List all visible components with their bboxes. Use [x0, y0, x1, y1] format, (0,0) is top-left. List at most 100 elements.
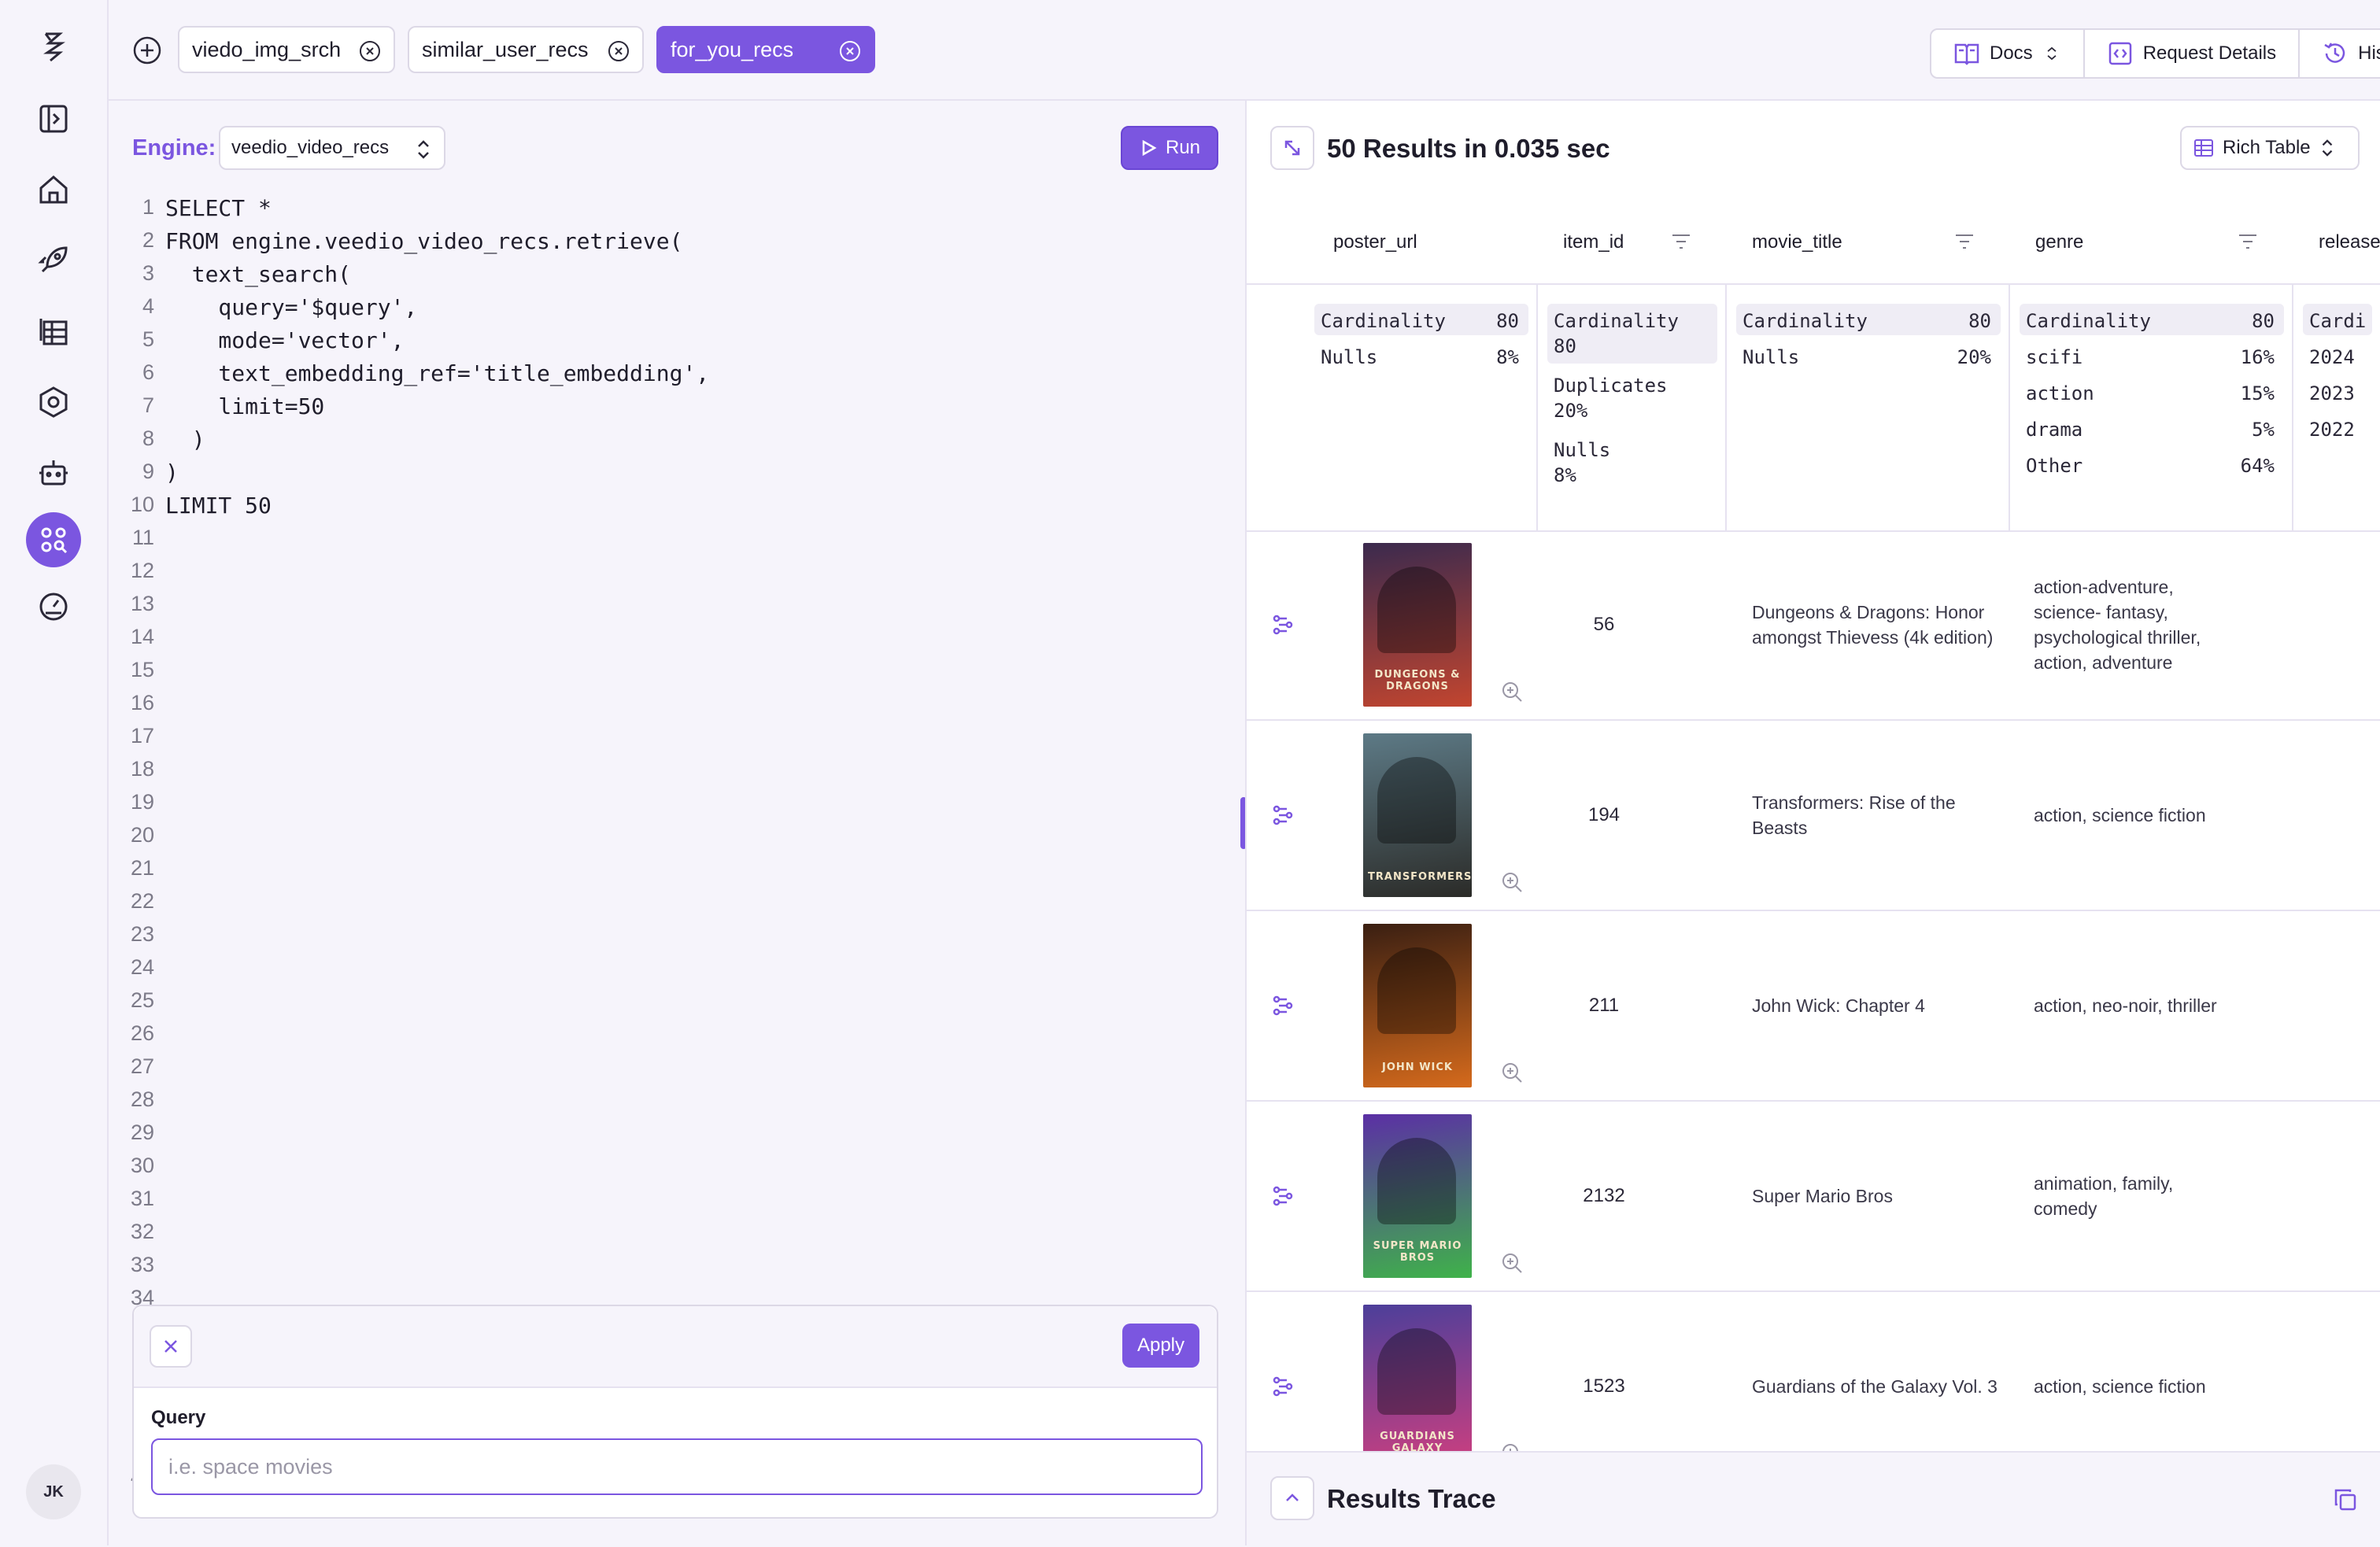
cell-item-id: 194: [1587, 804, 1621, 825]
column-header-movie-title[interactable]: movie_title: [1752, 201, 1842, 283]
stat-value: 5%: [2252, 419, 2275, 441]
code-text: LIMIT 50: [165, 493, 272, 519]
tables-icon[interactable]: [26, 304, 81, 359]
poster-art: [1377, 757, 1456, 844]
column-header-item-id[interactable]: item_id: [1563, 201, 1624, 283]
table-row[interactable]: SUPER MARIO BROS 2132 Super Mario Bros anim…: [1247, 1102, 2380, 1292]
stat-key: 2023: [2309, 382, 2355, 404]
column-header-release[interactable]: release: [2319, 201, 2380, 283]
settings-hex-icon[interactable]: [26, 375, 81, 430]
tab-label: similar_user_recs: [422, 37, 589, 61]
tab-viedo-img-srch[interactable]: viedo_img_srch: [178, 26, 395, 73]
dashboard-gauge-icon[interactable]: [26, 579, 81, 634]
table-header: poster_url item_id movie_title genre rel…: [1247, 201, 2380, 283]
cell-movie-title: Guardians of the Galaxy Vol. 3: [1752, 1376, 1998, 1397]
run-button[interactable]: Run: [1121, 126, 1218, 170]
query-explorer-icon[interactable]: [26, 512, 81, 567]
stat-value: 80: [2252, 310, 2275, 332]
add-tab-icon[interactable]: [132, 35, 162, 65]
close-tab-icon[interactable]: [359, 40, 381, 62]
stat-row: Cardinality 80: [1547, 304, 1717, 364]
cell-movie-title: Transformers: Rise of the Beasts: [1752, 792, 1956, 838]
engine-select[interactable]: veedio_video_recs: [219, 126, 445, 170]
table-row[interactable]: JOHN WICK 211 John Wick: Chapter 4 action, …: [1247, 911, 2380, 1102]
sidebar-toggle-icon[interactable]: [26, 91, 81, 146]
sidebar: JK: [0, 0, 109, 1545]
poster-title: TRANSFORMERS: [1368, 871, 1473, 883]
query-input[interactable]: [151, 1438, 1203, 1495]
stat-row: Cardinality 80: [2020, 304, 2284, 335]
line-number: 28: [130, 1087, 154, 1111]
column-label: release: [2319, 231, 2380, 253]
zoom-in-icon[interactable]: [1500, 680, 1524, 703]
cell-item-id: 211: [1588, 995, 1620, 1016]
cell-movie-title: Super Mario Bros: [1752, 1186, 1893, 1206]
row-trace-icon[interactable]: [1270, 1374, 1295, 1399]
code-text: text_embedding_ref='title_embedding',: [165, 360, 710, 386]
avatar[interactable]: JK: [26, 1464, 81, 1519]
stat-key: scifi: [2026, 346, 2083, 368]
tab-label: for_you_recs: [671, 37, 794, 61]
column-header-poster-url[interactable]: poster_url: [1333, 201, 1417, 283]
poster-title: JOHN WICK: [1382, 1061, 1453, 1073]
zoom-in-icon[interactable]: [1500, 1061, 1524, 1084]
close-popup-button[interactable]: [150, 1325, 192, 1368]
docs-button[interactable]: Docs: [1931, 30, 2085, 77]
toggle-trace-button[interactable]: [1270, 1476, 1314, 1520]
tab-similar-user-recs[interactable]: similar_user_recs: [408, 26, 644, 73]
row-trace-icon[interactable]: [1270, 612, 1295, 637]
close-tab-icon[interactable]: [608, 40, 630, 62]
home-icon[interactable]: [26, 162, 81, 217]
expand-results-button[interactable]: [1270, 126, 1314, 170]
history-button[interactable]: History: [2300, 30, 2380, 77]
rocket-icon[interactable]: [26, 233, 81, 288]
column-label: poster_url: [1333, 231, 1417, 253]
code-text: query='$query',: [165, 294, 418, 320]
copy-icon[interactable]: [2333, 1487, 2358, 1512]
table-row[interactable]: TRANSFORMERS 194 Transformers: Rise of the…: [1247, 721, 2380, 911]
stat-key: Nulls: [1321, 346, 1378, 368]
stat-row: Duplicates 20%: [1547, 368, 1717, 428]
column-header-genre[interactable]: genre: [2035, 201, 2083, 283]
line-number: 7: [142, 393, 154, 417]
column-label: genre: [2035, 231, 2084, 253]
line-number: 4: [142, 294, 154, 318]
poster-art: [1377, 947, 1456, 1034]
filter-icon[interactable]: [1953, 231, 1975, 252]
filter-icon[interactable]: [1670, 231, 1692, 252]
poster-art: [1377, 1328, 1456, 1415]
line-number: 20: [130, 823, 154, 847]
line-number: 23: [130, 922, 154, 946]
zoom-in-icon[interactable]: [1500, 870, 1524, 894]
code-text: text_search(: [165, 261, 352, 287]
poster-art: [1377, 1138, 1456, 1224]
view-mode-select[interactable]: Rich Table: [2180, 126, 2360, 170]
stat-key: action: [2026, 382, 2094, 404]
apply-button[interactable]: Apply: [1122, 1324, 1199, 1368]
request-details-button[interactable]: Request Details: [2085, 30, 2301, 77]
zoom-in-icon[interactable]: [1500, 1251, 1524, 1275]
row-trace-icon[interactable]: [1270, 803, 1295, 828]
row-trace-icon[interactable]: [1270, 1183, 1295, 1209]
bot-icon[interactable]: [26, 445, 81, 500]
stat-key: drama: [2026, 419, 2083, 441]
filter-icon[interactable]: [2237, 231, 2259, 252]
line-number: 17: [130, 724, 154, 748]
stat-value: 20%: [1554, 400, 1588, 422]
stat-key: Nulls: [1554, 439, 1611, 461]
table-row[interactable]: DUNGEONS & DRAGONS 56 Dungeons & Dragons: …: [1247, 530, 2380, 721]
close-tab-icon[interactable]: [839, 40, 861, 62]
line-number: 21: [130, 856, 154, 880]
stat-value: 8%: [1496, 346, 1519, 368]
column-label: movie_title: [1752, 231, 1842, 253]
line-number: 22: [130, 889, 154, 913]
code-text: mode='vector',: [165, 327, 405, 353]
row-trace-icon[interactable]: [1270, 993, 1295, 1018]
poster-image: GUARDIANS GALAXY: [1363, 1305, 1472, 1468]
logo-icon[interactable]: [26, 19, 81, 74]
stat-row: Nulls 8%: [1314, 340, 1528, 371]
line-number: 15: [130, 658, 154, 681]
stat-key: Nulls: [1743, 346, 1800, 368]
tab-for-you-recs[interactable]: for_you_recs: [656, 26, 875, 73]
stat-key: 2022: [2309, 419, 2355, 441]
